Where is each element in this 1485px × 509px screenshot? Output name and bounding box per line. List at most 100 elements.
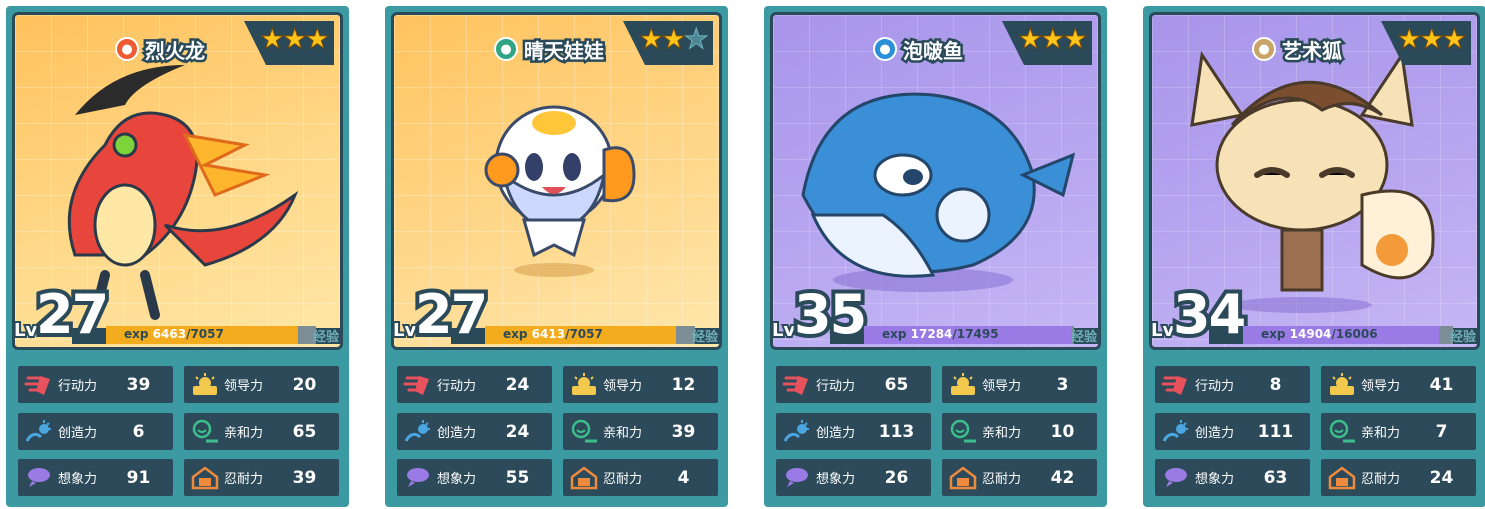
pet-card-1[interactable]: ● 烈火龙 ★ ★ ★ Lv 27 exp 6463/7057 经验 行动力 39 领导… <box>6 6 349 507</box>
stat-affinity: 亲和力 10 <box>942 413 1097 450</box>
stat-value: 8 <box>1269 374 1282 395</box>
pet-name: 艺术狐 <box>1280 36 1345 65</box>
star-rating: ★ ★ ★ <box>1002 21 1092 65</box>
pet-card-4[interactable]: ● 艺术狐 ★ ★ ★ Lv 34 exp 14904/16006 经验 行动力 8 领… <box>1143 6 1485 507</box>
star-filled-icon: ★ <box>1018 25 1041 53</box>
level-label: Lv <box>770 318 797 343</box>
pet-card-3[interactable]: ● 泡啵鱼 ★ ★ ★ Lv 35 exp 17284/17495 经验 行动力 65… <box>764 6 1107 507</box>
star-rating: ★ ★ ★ <box>244 21 334 65</box>
exp-bar: exp 6463/7057 <box>106 326 316 344</box>
star-empty-icon: ★ <box>685 25 708 53</box>
exp-bar: exp 14904/16006 <box>1243 326 1453 344</box>
stat-value: 7 <box>1435 421 1448 442</box>
action-icon <box>1161 372 1191 398</box>
exp-tag: 经验 <box>691 330 718 345</box>
stat-value: 65 <box>292 421 317 442</box>
exp-total: /16006 <box>1331 327 1378 341</box>
stat-value: 26 <box>884 467 909 488</box>
exp-tag: 经验 <box>1070 330 1097 345</box>
imagination-icon <box>1161 465 1191 491</box>
level-row: Lv 34 exp 14904/16006 经验 <box>1149 284 1480 352</box>
stat-label: 创造力 <box>1195 426 1235 441</box>
star-filled-icon: ★ <box>1041 25 1064 53</box>
stat-label: 创造力 <box>816 426 856 441</box>
stat-endurance: 忍耐力 24 <box>1321 459 1476 496</box>
exp-text: exp 14904/16006 <box>1261 327 1378 341</box>
stat-label: 想象力 <box>816 472 856 487</box>
exp-current: 17284 <box>910 327 953 341</box>
stat-endurance: 忍耐力 42 <box>942 459 1097 496</box>
exp-bar: exp 6413/7057 <box>485 326 695 344</box>
endurance-icon <box>569 465 599 491</box>
exp-current: 14904 <box>1289 327 1332 341</box>
creativity-icon <box>782 419 812 445</box>
stat-affinity: 亲和力 7 <box>1321 413 1476 450</box>
stat-action: 行动力 24 <box>397 366 552 403</box>
star-filled-icon: ★ <box>639 25 662 53</box>
exp-text: exp 17284/17495 <box>882 327 999 341</box>
stat-value: 20 <box>292 374 317 395</box>
stat-value: 63 <box>1263 467 1288 488</box>
level-number: 27 <box>411 283 492 346</box>
stat-label: 亲和力 <box>982 426 1022 441</box>
star-filled-icon: ★ <box>260 25 283 53</box>
stat-value: 39 <box>292 467 317 488</box>
stat-label: 忍耐力 <box>1361 472 1401 487</box>
exp-text: exp 6413/7057 <box>503 327 603 341</box>
stat-label: 行动力 <box>58 379 98 394</box>
stat-label: 忍耐力 <box>224 472 264 487</box>
level-row: Lv 27 exp 6463/7057 经验 <box>12 284 343 352</box>
endurance-icon <box>190 465 220 491</box>
stat-label: 领导力 <box>1361 379 1401 394</box>
stat-leadership: 领导力 3 <box>942 366 1097 403</box>
stat-imagination: 想象力 26 <box>776 459 931 496</box>
stat-label: 行动力 <box>437 379 477 394</box>
grass-type-icon: ● <box>494 37 518 61</box>
stat-label: 行动力 <box>1195 379 1235 394</box>
pet-card-2[interactable]: ● 晴天娃娃 ★ ★ ★ Lv 27 exp 6413/7057 经验 行动力 24 领… <box>385 6 728 507</box>
imagination-icon <box>403 465 433 491</box>
stat-label: 想象力 <box>58 472 98 487</box>
exp-text: exp 6463/7057 <box>124 327 224 341</box>
stat-value: 42 <box>1050 467 1075 488</box>
stat-leadership: 领导力 12 <box>563 366 718 403</box>
pet-name-bar: ● 泡啵鱼 <box>873 31 966 67</box>
creativity-icon <box>1161 419 1191 445</box>
stat-creativity: 创造力 24 <box>397 413 552 450</box>
affinity-icon <box>569 419 599 445</box>
stat-value: 24 <box>505 421 530 442</box>
pet-name: 泡啵鱼 <box>901 36 966 65</box>
level-label: Lv <box>1149 318 1176 343</box>
star-filled-icon: ★ <box>283 25 306 53</box>
exp-current: 6463 <box>152 327 187 341</box>
fire-type-icon: ● <box>115 37 139 61</box>
star-filled-icon: ★ <box>1397 25 1420 53</box>
level-row: Lv 27 exp 6413/7057 经验 <box>391 284 722 352</box>
stat-value: 24 <box>1429 467 1454 488</box>
exp-current: 6413 <box>531 327 566 341</box>
star-rating: ★ ★ ★ <box>623 21 713 65</box>
stat-value: 91 <box>126 467 151 488</box>
stat-action: 行动力 39 <box>18 366 173 403</box>
exp-total: /7057 <box>565 327 603 341</box>
star-filled-icon: ★ <box>1443 25 1466 53</box>
leadership-icon <box>190 372 220 398</box>
stat-value: 6 <box>132 421 145 442</box>
stat-label: 领导力 <box>982 379 1022 394</box>
leadership-icon <box>1327 372 1357 398</box>
action-icon <box>782 372 812 398</box>
stat-imagination: 想象力 55 <box>397 459 552 496</box>
pet-name: 烈火龙 <box>143 36 208 65</box>
stat-value: 39 <box>671 421 696 442</box>
water-type-icon: ● <box>873 37 897 61</box>
stat-creativity: 创造力 113 <box>776 413 931 450</box>
stat-value: 3 <box>1056 374 1069 395</box>
stat-affinity: 亲和力 65 <box>184 413 339 450</box>
pet-name-bar: ● 晴天娃娃 <box>494 31 607 67</box>
leadership-icon <box>948 372 978 398</box>
pet-name-bar: ● 烈火龙 <box>115 31 208 67</box>
stat-value: 111 <box>1257 421 1294 442</box>
exp-total: /17495 <box>952 327 999 341</box>
stat-value: 10 <box>1050 421 1075 442</box>
endurance-icon <box>948 465 978 491</box>
